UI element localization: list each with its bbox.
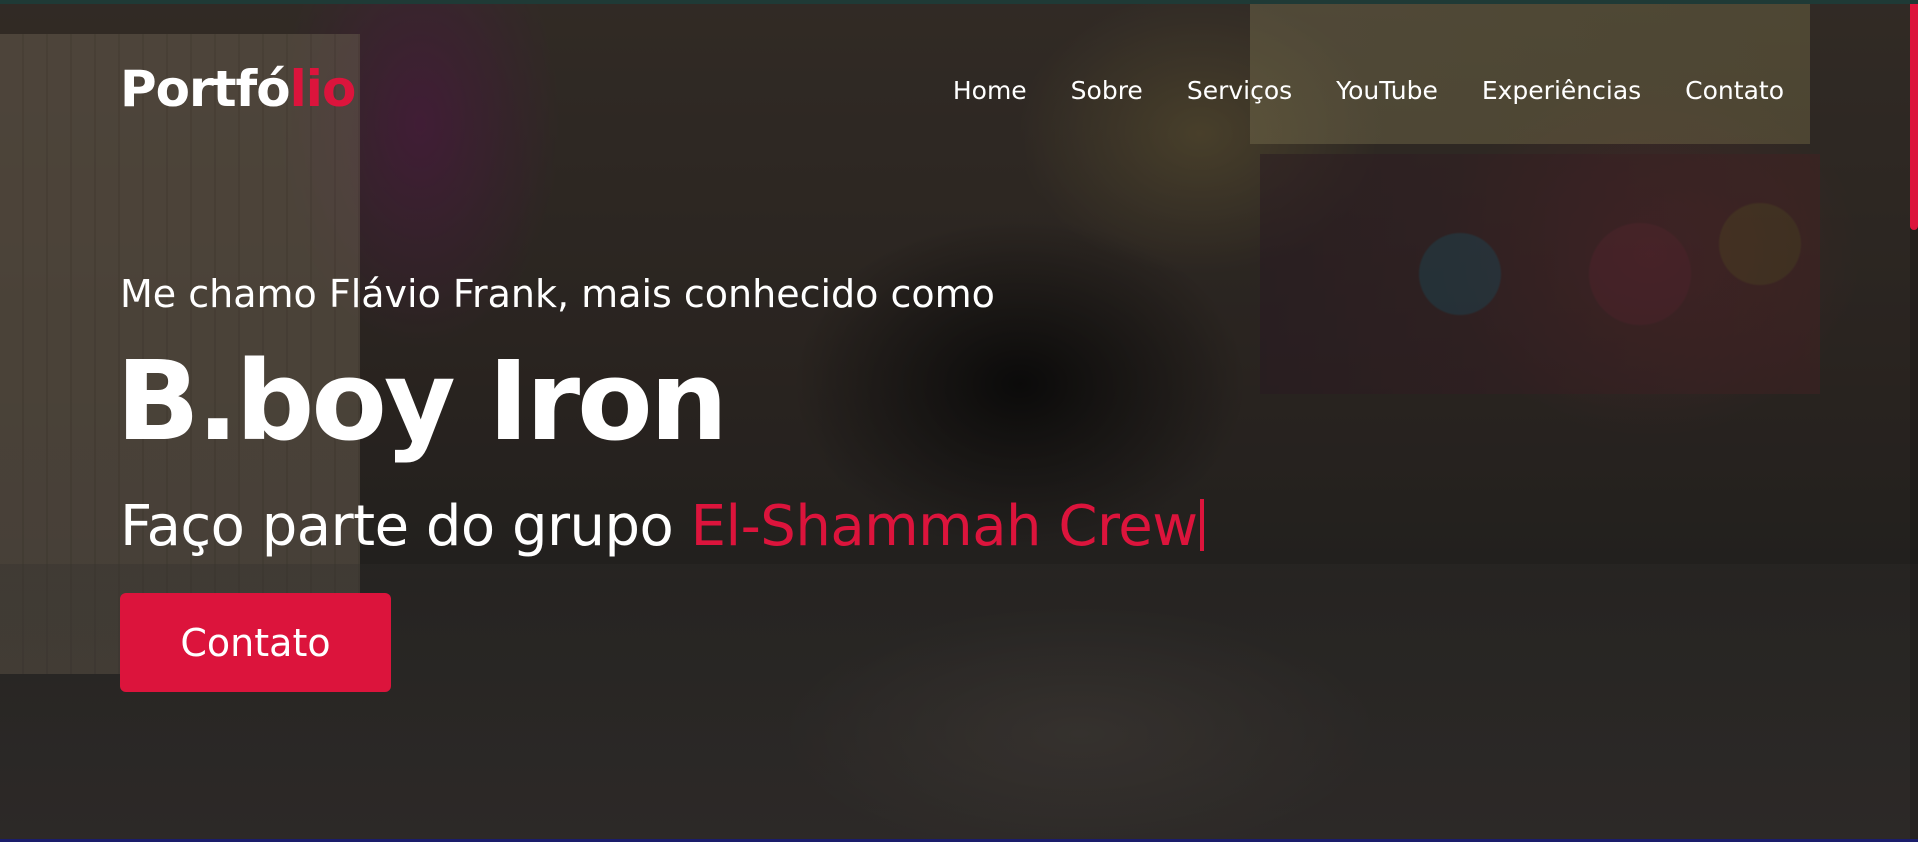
logo-accent: lio (289, 60, 357, 118)
nav-link-youtube[interactable]: YouTube (1336, 76, 1438, 105)
logo-main: Portfó (120, 60, 291, 118)
hero-page: Portfólio Home Sobre Serviços YouTube Ex… (0, 0, 1918, 842)
page-scrollbar[interactable] (1910, 4, 1918, 839)
typing-cursor (1199, 499, 1204, 551)
nav-item-servicos: Serviços (1187, 76, 1292, 105)
nav-link-home[interactable]: Home (953, 76, 1027, 105)
hero-group-name: El-Shammah Crew (690, 494, 1198, 559)
nav-menu: Home Sobre Serviços YouTube Experiências… (953, 76, 1784, 105)
navbar: Portfólio Home Sobre Serviços YouTube Ex… (0, 4, 1918, 174)
nav-link-experiencias[interactable]: Experiências (1482, 76, 1641, 105)
hero-group-prefix: Faço parte do grupo (120, 494, 691, 559)
nav-item-experiencias: Experiências (1482, 76, 1641, 105)
contact-button[interactable]: Contato (120, 593, 391, 692)
nav-item-home: Home (953, 76, 1027, 105)
hero-group-line: Faço parte do grupo El-Shammah Crew (120, 494, 1204, 559)
logo[interactable]: Portfólio (120, 60, 357, 118)
scrollbar-thumb[interactable] (1910, 4, 1918, 230)
nav-link-sobre[interactable]: Sobre (1071, 76, 1143, 105)
nav-link-contato[interactable]: Contato (1685, 76, 1784, 105)
nav-link-servicos[interactable]: Serviços (1187, 76, 1292, 105)
nav-item-contato: Contato (1685, 76, 1784, 105)
nav-item-sobre: Sobre (1071, 76, 1143, 105)
nav-item-youtube: YouTube (1336, 76, 1438, 105)
hero-intro-text: Me chamo Flávio Frank, mais conhecido co… (120, 272, 995, 316)
hero-content: Me chamo Flávio Frank, mais conhecido co… (116, 272, 1204, 692)
hero-name: B.boy Iron (116, 337, 728, 465)
